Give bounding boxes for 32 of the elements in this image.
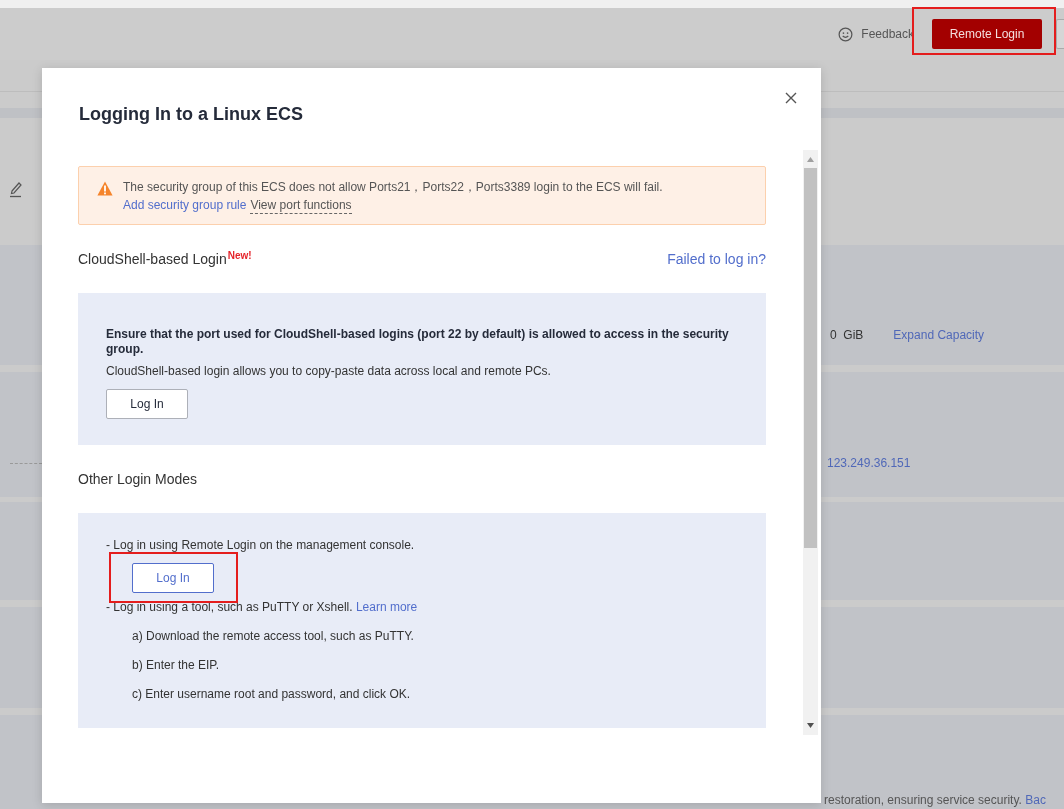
warning-message: The security group of this ECS does not allow Ports21，Ports22，Ports3389 login to the ECS will fail. [123, 179, 663, 195]
warning-icon [97, 181, 113, 196]
instruction-text: CloudShell-based login allows you to copy-paste data across local and remote PCs. [106, 363, 552, 379]
section-title: CloudShell-based Login [78, 251, 227, 267]
new-label: New! [227, 250, 252, 261]
security-rule-link[interactable]: Add security group rule [123, 197, 247, 214]
instruction-text: - Log in using a tool, such as PuTTY or Xshell. [106, 600, 354, 614]
scrollbar[interactable] [803, 150, 818, 735]
help-link[interactable]: Failed to log in? [667, 251, 766, 267]
scroll-thumb[interactable] [804, 168, 817, 548]
scroll-down-icon[interactable] [807, 723, 814, 728]
section-title: Other Login Modes [78, 471, 198, 487]
step-text: c) Enter username root and password, and click OK. [131, 686, 412, 702]
feedback-link[interactable]: Feedback [861, 27, 914, 41]
smiley-icon[interactable] [838, 26, 854, 42]
login-button[interactable]: Log In [106, 389, 188, 419]
close-icon[interactable] [785, 92, 797, 104]
ip-address-link[interactable]: 123.249.36.151 [827, 456, 911, 470]
description-text: restoration, ensuring service security. [824, 793, 1023, 807]
notice-text: Ensure that the port used for CloudShell-based logins (port 22 by default) is allowed to access in the security group. [106, 327, 730, 357]
step-text: b) Enter the EIP. [131, 657, 221, 673]
expand-capacity-link[interactable]: Expand Capacity [893, 328, 985, 342]
disk-size: 0 GiB [830, 328, 864, 342]
backup-link[interactable]: Bac [1025, 793, 1046, 807]
tooltip-link[interactable]: View port functions [250, 197, 352, 214]
remote-login-button[interactable]: Remote Login [932, 19, 1042, 49]
dialog-title: Logging In to a Linux ECS [79, 104, 303, 125]
pencil-icon[interactable] [9, 180, 23, 198]
instruction-text: - Log in using Remote Login on the management console. [106, 537, 416, 553]
step-text: a) Download the remote access tool, such as PuTTY. [131, 628, 415, 644]
learn-more-link[interactable]: Learn more [355, 600, 418, 614]
login-button[interactable]: Log In [132, 563, 214, 593]
